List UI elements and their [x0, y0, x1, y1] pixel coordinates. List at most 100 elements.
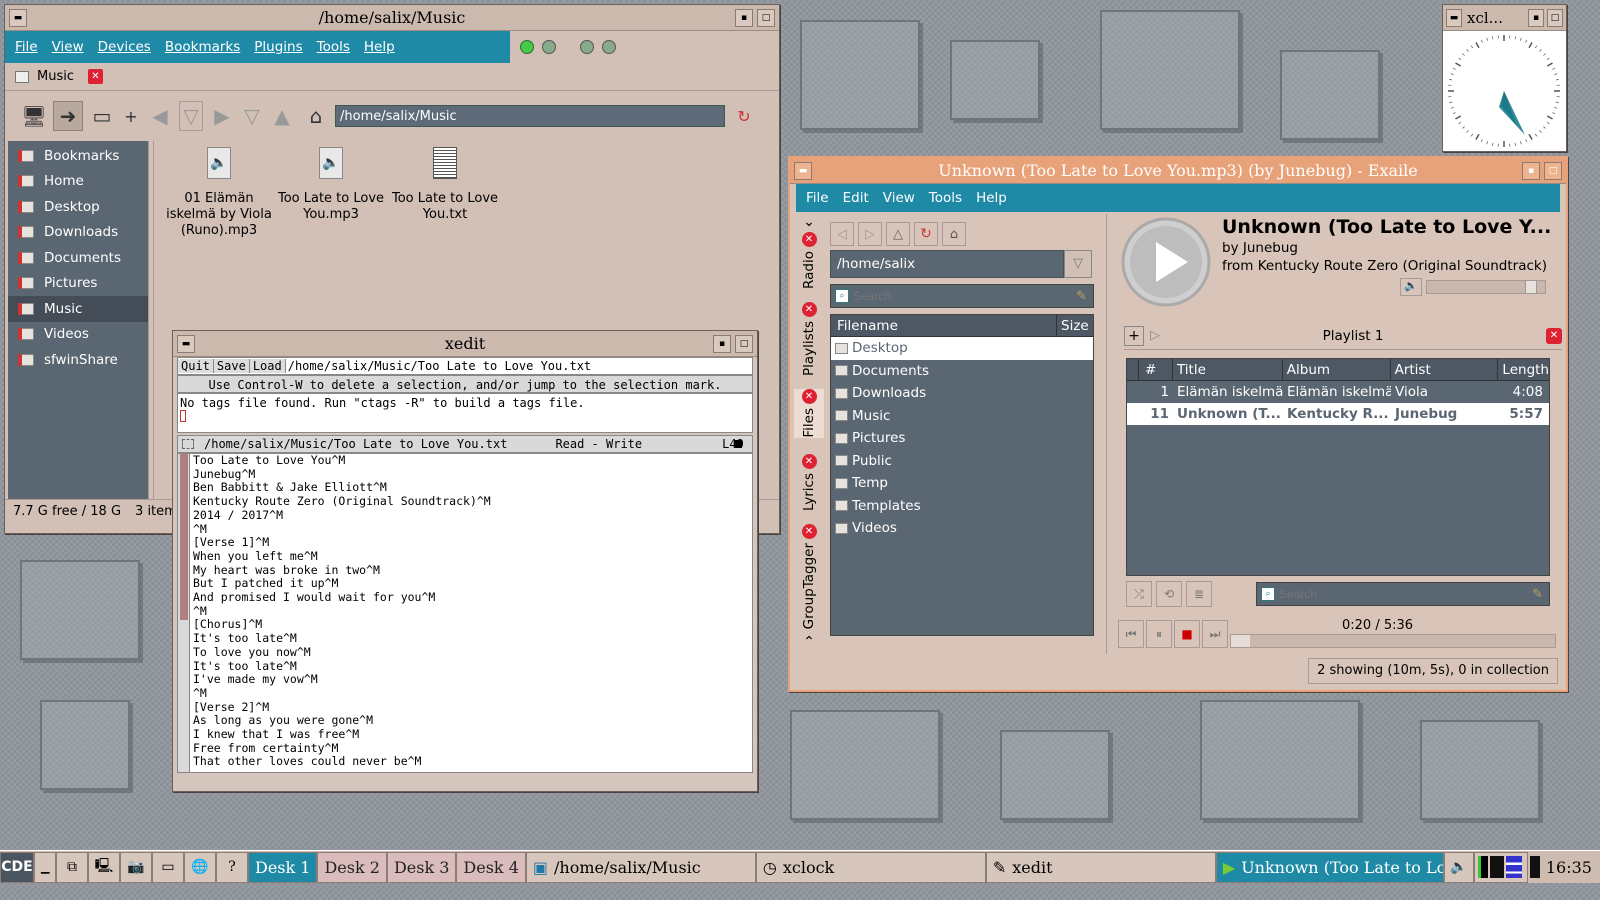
sidebar-item-home[interactable]: Home	[8, 169, 148, 195]
new-playlist-icon[interactable]: +	[1124, 325, 1144, 346]
dynamic-icon[interactable]: ≣	[1186, 581, 1212, 607]
xedit-text-area[interactable]: Too Late to Love You^M Junebug^M Ben Babbi…	[177, 453, 753, 773]
browser-globe-icon[interactable]: 🌐	[184, 851, 216, 883]
file-item[interactable]: 🔈 Too Late to Love You.mp3	[276, 147, 386, 223]
collapse-down-icon[interactable]: ⌃	[794, 634, 824, 650]
task-file-manager[interactable]: ▣ /home/salix/Music	[525, 851, 756, 883]
maximize-button[interactable]: □	[1544, 162, 1562, 180]
back-history-icon[interactable]: ▽	[179, 101, 203, 131]
col-length[interactable]: Length	[1498, 359, 1549, 380]
sidebar-item-desktop[interactable]: Desktop	[8, 194, 148, 220]
camera-icon[interactable]: 📷	[120, 851, 152, 883]
filename-input[interactable]: /home/salix/Music/Too Late to Love You.t…	[286, 359, 591, 373]
pause-icon[interactable]: ⏸	[1146, 620, 1172, 648]
window-menu-button[interactable]: ▬	[177, 335, 195, 353]
close-tab-icon[interactable]: ✕	[801, 232, 817, 247]
col-filename[interactable]: Filename	[831, 315, 1057, 336]
volume-slider[interactable]	[1426, 280, 1546, 294]
minimize-button[interactable]: ▪	[713, 335, 731, 353]
folder-row[interactable]: Documents	[831, 360, 1093, 383]
minimize-all-icon[interactable]: ▁	[34, 851, 56, 883]
sidebar-item-sfwinshare[interactable]: sfwinShare	[8, 347, 148, 373]
volume-tray-icon[interactable]: 🔈	[1443, 851, 1474, 883]
folder-row[interactable]: Downloads	[831, 382, 1093, 405]
tab-files[interactable]: ✕ Files	[794, 389, 824, 438]
path-dropdown-icon[interactable]: ▽	[1064, 250, 1092, 278]
col-number[interactable]: #	[1139, 359, 1173, 380]
fm-titlebar[interactable]: ▬ /home/salix/Music ▪ □	[5, 5, 779, 31]
window-menu-button[interactable]: ▬	[794, 162, 812, 180]
tab-radio[interactable]: ✕ Radio	[794, 232, 824, 289]
path-input[interactable]	[335, 105, 725, 127]
maximize-button[interactable]: □	[757, 9, 775, 27]
close-tab-icon[interactable]: ✕	[801, 302, 817, 317]
sidebar-item-videos[interactable]: Videos	[8, 322, 148, 348]
xclock-titlebar[interactable]: ▬ xcl... ▪ □	[1443, 5, 1566, 31]
folder-row[interactable]: Desktop	[831, 337, 1093, 360]
col-status[interactable]	[1127, 359, 1139, 380]
reload-icon[interactable]: ↻	[729, 101, 759, 131]
up-icon[interactable]: △	[886, 222, 910, 246]
refresh-icon[interactable]: ↻	[914, 222, 938, 246]
save-button[interactable]: Save	[213, 359, 250, 373]
home-icon[interactable]: ⌂	[942, 222, 966, 246]
desk-4-button[interactable]: Desk 4	[456, 851, 526, 883]
col-size[interactable]: Size	[1057, 315, 1093, 336]
minimize-button[interactable]: ▪	[1528, 9, 1544, 27]
tab-music[interactable]: Music	[37, 69, 74, 84]
stop-icon[interactable]: ■	[1174, 620, 1200, 648]
desk-3-button[interactable]: Desk 3	[386, 851, 457, 883]
terminal-icon[interactable]: 🖳	[88, 851, 120, 883]
scrollbar-thumb[interactable]	[180, 454, 188, 620]
playlist-search-input[interactable]	[1279, 587, 1533, 601]
forward-arrow-icon[interactable]: ➜	[53, 101, 83, 131]
col-artist[interactable]: Artist	[1391, 359, 1499, 380]
folder-row[interactable]: Pictures	[831, 427, 1093, 450]
xedit-titlebar[interactable]: ▬ xedit ▪ □	[173, 331, 757, 357]
clear-search-icon[interactable]: ✎	[1532, 587, 1543, 602]
computer-icon[interactable]: 🖥	[19, 101, 49, 131]
collapse-up-icon[interactable]: ⌄	[794, 214, 824, 230]
folder-view-icon[interactable]: ▭	[87, 101, 117, 131]
menu-help[interactable]: Help	[364, 39, 395, 55]
tab-lyrics[interactable]: ✕ Lyrics	[794, 454, 824, 511]
col-title[interactable]: Title	[1173, 359, 1283, 380]
files-search[interactable]: ⌕ ✎	[830, 284, 1094, 308]
menu-file[interactable]: File	[15, 39, 38, 55]
menu-view[interactable]: View	[52, 39, 84, 55]
menu-tools[interactable]: Tools	[929, 190, 962, 206]
menu-help[interactable]: Help	[976, 190, 1007, 206]
menu-bookmarks[interactable]: Bookmarks	[165, 39, 240, 55]
shuffle-icon[interactable]: ⤮	[1126, 581, 1152, 607]
folder-row[interactable]: Public	[831, 450, 1093, 473]
tab-playlists[interactable]: ✕ Playlists	[794, 302, 824, 376]
playlist-menu-icon[interactable]: ▷	[1150, 328, 1160, 343]
task-xclock[interactable]: ◷ xclock	[755, 851, 986, 883]
back-icon[interactable]: ◀	[145, 101, 175, 131]
file-item[interactable]: Too Late to Love You.txt	[390, 147, 500, 223]
playlist-tab[interactable]: Playlist 1	[1160, 328, 1546, 344]
file-manager-icon[interactable]: ▭	[152, 851, 184, 883]
xedit-scrollbar[interactable]	[178, 454, 190, 772]
help-icon[interactable]: ?	[216, 851, 248, 883]
desk-1-button[interactable]: Desk 1	[248, 851, 318, 883]
maximize-button[interactable]: □	[1547, 9, 1563, 27]
window-menu-button[interactable]: ▬	[9, 9, 27, 27]
menu-tools[interactable]: Tools	[317, 39, 350, 55]
menu-view[interactable]: View	[883, 190, 915, 206]
close-tab-icon[interactable]: ✕	[801, 454, 817, 469]
close-tab-icon[interactable]: ✕	[801, 524, 817, 539]
exaile-titlebar[interactable]: ▬ Unknown (Too Late to Love You.mp3) (by…	[790, 158, 1566, 184]
menu-plugins[interactable]: Plugins	[254, 39, 302, 55]
quit-button[interactable]: Quit	[178, 359, 214, 373]
menu-file[interactable]: File	[806, 190, 829, 206]
sidebar-item-music[interactable]: Music	[8, 296, 148, 322]
maximize-button[interactable]: □	[735, 335, 753, 353]
folder-row[interactable]: Templates	[831, 495, 1093, 518]
resize-grip-icon[interactable]	[734, 440, 742, 448]
sidebar-item-pictures[interactable]: Pictures	[8, 271, 148, 297]
menu-devices[interactable]: Devices	[98, 39, 151, 55]
files-path-input[interactable]	[830, 250, 1064, 278]
desk-2-button[interactable]: Desk 2	[317, 851, 387, 883]
folder-row[interactable]: Videos	[831, 517, 1093, 540]
